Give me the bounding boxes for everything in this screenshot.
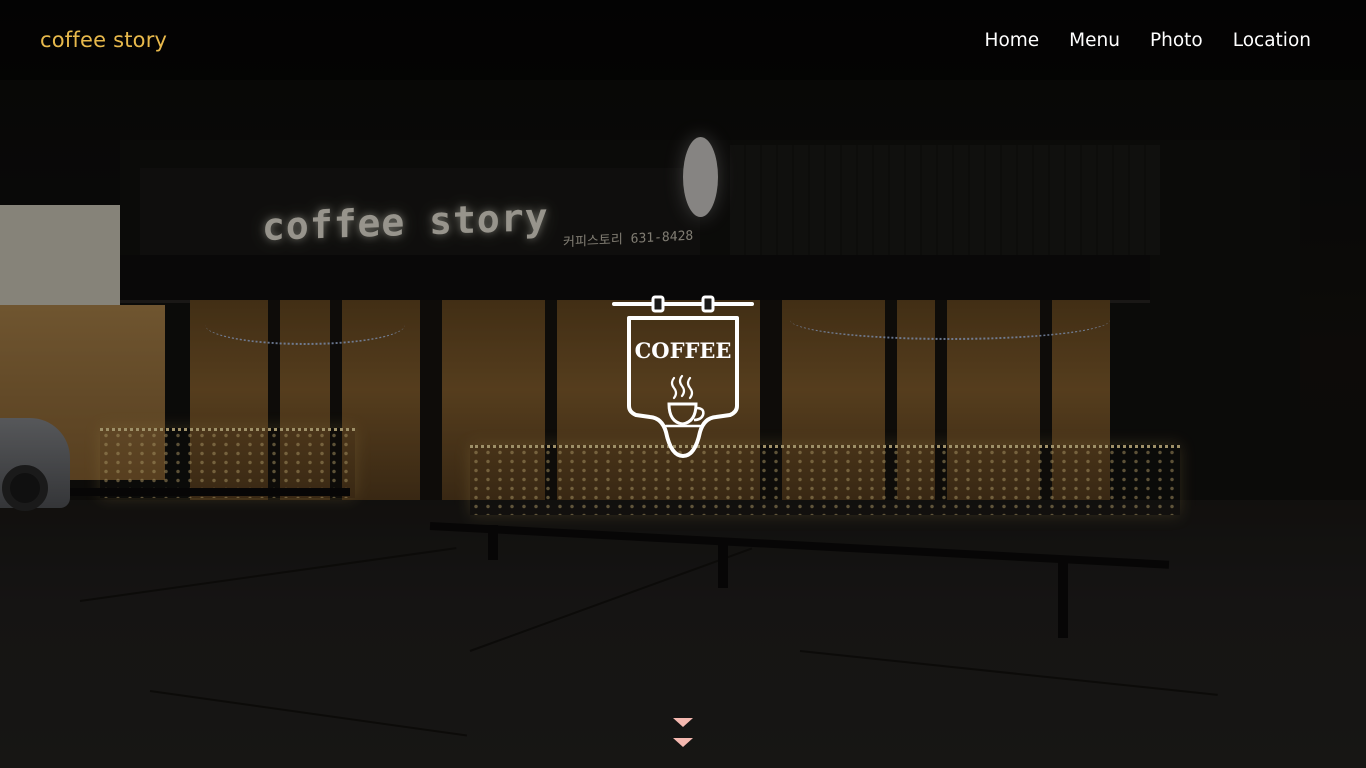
scroll-down-arrows bbox=[673, 718, 693, 747]
coffee-signboard-svg bbox=[612, 295, 754, 458]
main-nav: Home Menu Photo Location bbox=[985, 30, 1311, 51]
nav-link-menu[interactable]: Menu bbox=[1069, 30, 1120, 51]
nav-link-home[interactable]: Home bbox=[985, 30, 1040, 51]
nav-link-location[interactable]: Location bbox=[1233, 30, 1311, 51]
emblem-label: COFFEE bbox=[634, 338, 732, 363]
nav-link-photo[interactable]: Photo bbox=[1150, 30, 1203, 51]
coffee-signboard-icon: COFFEE bbox=[612, 294, 754, 464]
site-header: coffee story Home Menu Photo Location bbox=[0, 0, 1366, 80]
double-chevron-down-icon[interactable] bbox=[673, 716, 693, 750]
brand-logo-link[interactable]: coffee story bbox=[40, 28, 167, 52]
